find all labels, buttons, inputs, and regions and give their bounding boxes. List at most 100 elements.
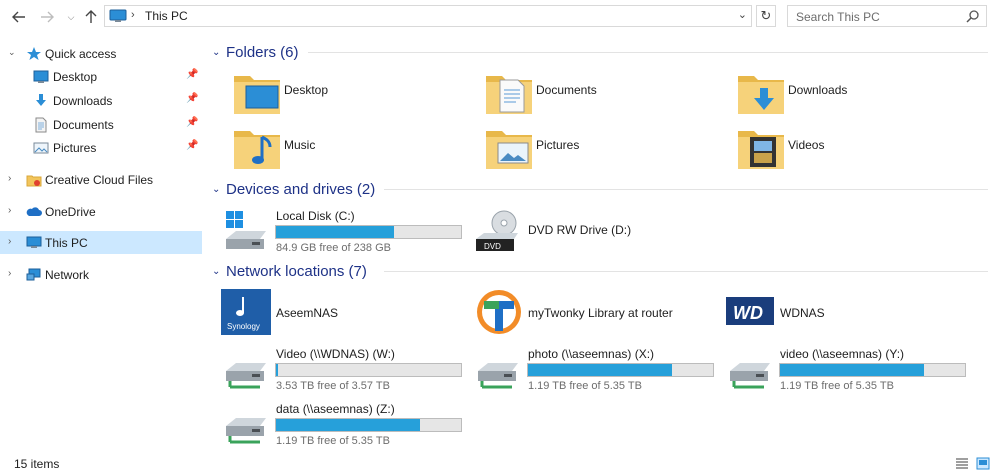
network-location-name: myTwonky Library at router bbox=[528, 306, 673, 320]
drive-usage-bar bbox=[275, 225, 462, 239]
search-placeholder: Search This PC bbox=[796, 10, 880, 24]
collapse-chevron-icon[interactable]: ⌄ bbox=[212, 184, 226, 195]
folder-item-desktop[interactable]: Desktop bbox=[212, 68, 462, 118]
group-divider bbox=[384, 271, 988, 272]
network-drive-item-x[interactable]: photo (\\aseemnas) (X:) 1.19 TB free of … bbox=[456, 343, 714, 393]
collapse-chevron-icon[interactable]: ⌄ bbox=[212, 266, 226, 277]
drive-usage-bar bbox=[275, 363, 462, 377]
downloads-folder-icon bbox=[738, 76, 784, 114]
collapse-chevron-icon[interactable]: ⌄ bbox=[212, 47, 226, 58]
network-drive-item-y[interactable]: video (\\aseemnas) (Y:) 1.19 TB free of … bbox=[708, 343, 966, 393]
group-title: Folders (6) bbox=[226, 43, 299, 61]
wd-logo-text: WD bbox=[733, 303, 763, 323]
folder-item-music[interactable]: Music bbox=[212, 123, 462, 173]
drive-name: Local Disk (C:) bbox=[276, 209, 355, 223]
drive-name: DVD RW Drive (D:) bbox=[528, 223, 632, 237]
folder-item-pictures[interactable]: Pictures bbox=[464, 123, 714, 173]
group-divider bbox=[384, 189, 988, 190]
sidebar-item-this-pc[interactable]: › This PC bbox=[0, 231, 202, 254]
drive-usage-fill bbox=[780, 364, 925, 376]
synology-logo-icon: Synology bbox=[221, 289, 271, 335]
desktop-icon bbox=[33, 70, 49, 83]
expand-chevron-icon[interactable]: › bbox=[8, 173, 11, 184]
expand-chevron-icon[interactable]: › bbox=[8, 205, 11, 216]
pictures-icon bbox=[33, 142, 49, 154]
network-location-name: WDNAS bbox=[780, 306, 825, 320]
sidebar-item-label: Network bbox=[45, 268, 90, 282]
address-bar[interactable]: › This PC ⌄ bbox=[104, 5, 752, 27]
address-dropdown-icon[interactable]: ⌄ bbox=[738, 8, 747, 21]
folder-name: Videos bbox=[788, 138, 825, 152]
drive-usage-bar bbox=[527, 363, 714, 377]
synology-logo-text: Synology bbox=[227, 322, 260, 331]
back-button[interactable] bbox=[10, 8, 28, 26]
sidebar-item-label: Creative Cloud Files bbox=[45, 173, 154, 187]
dvd-logo-text: DVD bbox=[484, 242, 501, 251]
search-input[interactable]: Search This PC bbox=[787, 5, 987, 27]
refresh-button[interactable]: ↻ bbox=[756, 5, 776, 27]
pin-icon[interactable]: 📌 bbox=[186, 93, 198, 104]
expand-chevron-icon[interactable]: ⌄ bbox=[8, 47, 16, 58]
sidebar-item-documents[interactable]: Documents 📌 bbox=[0, 113, 202, 136]
sidebar-item-onedrive[interactable]: › OneDrive bbox=[0, 200, 202, 223]
network-drive-icon bbox=[730, 363, 770, 389]
sidebar-item-pictures[interactable]: Pictures 📌 bbox=[0, 136, 202, 159]
network-drive-icon bbox=[478, 363, 518, 389]
item-count: 15 items bbox=[14, 457, 60, 471]
folder-item-downloads[interactable]: Downloads bbox=[716, 68, 966, 118]
group-header-folders[interactable]: ⌄ Folders (6) bbox=[212, 42, 988, 62]
expand-chevron-icon[interactable]: › bbox=[8, 236, 11, 247]
network-drive-item-z[interactable]: data (\\aseemnas) (Z:) 1.19 TB free of 5… bbox=[204, 398, 462, 448]
network-item-aseemnas[interactable]: Synology AseemNAS bbox=[204, 287, 454, 337]
forward-button[interactable] bbox=[38, 8, 56, 26]
pin-icon[interactable]: 📌 bbox=[186, 140, 198, 151]
network-icon bbox=[26, 268, 41, 281]
drive-free-space: 1.19 TB free of 5.35 TB bbox=[528, 380, 642, 392]
sidebar-item-label: Downloads bbox=[53, 94, 113, 108]
drive-name: data (\\aseemnas) (Z:) bbox=[276, 402, 395, 416]
status-bar: 15 items bbox=[0, 452, 1000, 476]
folder-item-videos[interactable]: Videos bbox=[716, 123, 966, 173]
up-arrow-icon bbox=[85, 10, 97, 23]
network-drive-icon bbox=[226, 418, 266, 444]
drive-item-dvd[interactable]: DVD DVD RW Drive (D:) bbox=[456, 205, 706, 255]
network-item-wdnas[interactable]: WD WDNAS bbox=[708, 287, 958, 337]
onedrive-cloud-icon bbox=[26, 207, 42, 216]
breadcrumb[interactable]: This PC bbox=[145, 9, 188, 23]
sidebar-item-creative-cloud[interactable]: › Creative Cloud Files bbox=[0, 168, 202, 191]
pin-icon[interactable]: 📌 bbox=[186, 69, 198, 80]
group-divider bbox=[308, 52, 988, 53]
group-header-devices[interactable]: ⌄ Devices and drives (2) bbox=[212, 179, 988, 199]
large-icons-view-button[interactable] bbox=[976, 457, 990, 470]
folder-name: Pictures bbox=[536, 138, 580, 152]
folder-item-documents[interactable]: Documents bbox=[464, 68, 714, 118]
music-folder-icon bbox=[234, 131, 280, 169]
drive-item-local-disk[interactable]: Local Disk (C:) 84.9 GB free of 238 GB bbox=[204, 205, 462, 255]
sidebar-item-network[interactable]: › Network bbox=[0, 263, 202, 286]
star-icon bbox=[27, 47, 41, 60]
sidebar-item-quick-access[interactable]: ⌄ Quick access bbox=[0, 42, 202, 65]
network-item-mytwonky[interactable]: myTwonky Library at router bbox=[456, 287, 726, 337]
sidebar-item-desktop[interactable]: Desktop 📌 bbox=[0, 65, 202, 88]
network-drive-item-w[interactable]: Video (\\WDNAS) (W:) 3.53 TB free of 3.5… bbox=[204, 343, 462, 393]
network-location-name: AseemNAS bbox=[276, 306, 339, 320]
download-arrow-icon bbox=[36, 94, 46, 106]
sidebar-item-label: OneDrive bbox=[45, 205, 96, 219]
up-button[interactable] bbox=[82, 8, 100, 26]
pin-icon[interactable]: 📌 bbox=[186, 117, 198, 128]
drive-name: photo (\\aseemnas) (X:) bbox=[528, 347, 655, 361]
sidebar-item-label: This PC bbox=[45, 236, 88, 250]
sidebar-item-downloads[interactable]: Downloads 📌 bbox=[0, 89, 202, 112]
group-header-network[interactable]: ⌄ Network locations (7) bbox=[212, 261, 988, 281]
drive-usage-fill bbox=[276, 364, 278, 376]
recent-locations-button[interactable]: ⌵ bbox=[62, 8, 80, 26]
sidebar-item-label: Desktop bbox=[53, 70, 98, 84]
this-pc-icon bbox=[109, 9, 127, 22]
details-view-button[interactable] bbox=[955, 457, 969, 470]
sidebar-item-label: Documents bbox=[53, 118, 114, 132]
expand-chevron-icon[interactable]: › bbox=[8, 268, 11, 279]
twonky-logo-icon bbox=[477, 290, 521, 334]
drive-name: Video (\\WDNAS) (W:) bbox=[276, 347, 395, 361]
pictures-folder-icon bbox=[486, 131, 532, 169]
wd-logo-icon: WD bbox=[726, 297, 774, 325]
